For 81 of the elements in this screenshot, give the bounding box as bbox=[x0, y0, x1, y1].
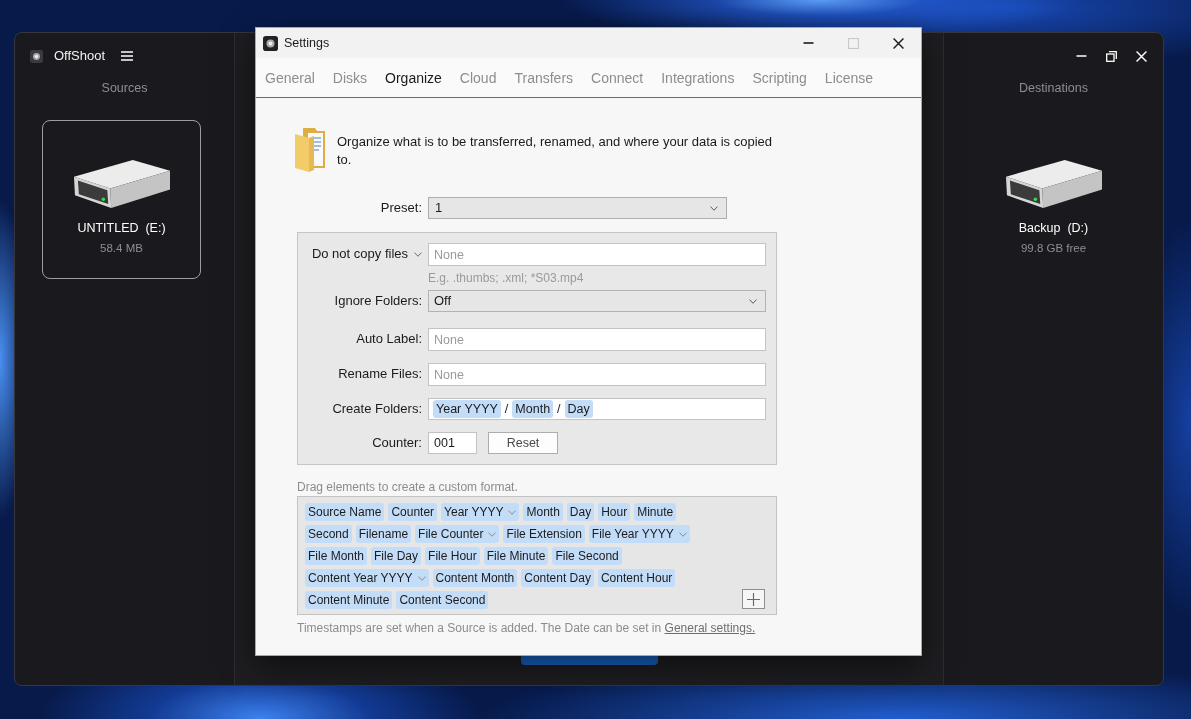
chevron-down-icon bbox=[678, 531, 687, 537]
text-field[interactable]: None bbox=[428, 243, 766, 266]
format-tag[interactable]: File Minute bbox=[483, 547, 549, 565]
path-separator: / bbox=[557, 400, 561, 418]
chevron-down-icon bbox=[710, 205, 718, 211]
format-tag[interactable]: Content Hour bbox=[597, 569, 676, 587]
format-tag[interactable]: Counter bbox=[388, 503, 438, 521]
format-tag[interactable]: Content Month bbox=[432, 569, 518, 587]
field-label: Ignore Folders: bbox=[334, 293, 422, 308]
folder-path-field[interactable]: Year YYYY / Month / Day bbox=[428, 398, 766, 420]
close-icon bbox=[893, 37, 904, 49]
drive-size: 99.8 GB free bbox=[1020, 241, 1087, 256]
close-icon bbox=[1135, 50, 1147, 62]
hint-text: E.g. .thumbs; .xml; *S03.mp4 bbox=[428, 270, 585, 286]
drive-icon bbox=[72, 159, 171, 209]
drive-name: UNTITLED (E:) bbox=[77, 220, 166, 236]
format-tag[interactable]: File Day bbox=[371, 547, 422, 565]
counter-field[interactable]: 001 bbox=[428, 432, 477, 454]
menu-icon bbox=[121, 51, 134, 61]
add-button[interactable] bbox=[742, 589, 765, 609]
folder-token[interactable]: Year YYYY bbox=[433, 400, 501, 418]
general-settings-link[interactable]: General settings. bbox=[664, 621, 756, 635]
format-tag[interactable]: Second bbox=[305, 525, 352, 543]
menu-button[interactable] bbox=[121, 51, 134, 61]
drive-icon bbox=[1004, 159, 1103, 209]
preset-label: Preset: bbox=[379, 199, 422, 218]
text-field[interactable]: None bbox=[428, 328, 766, 351]
chevron-down-icon bbox=[749, 298, 757, 304]
format-tag[interactable]: Hour bbox=[598, 503, 631, 521]
timestamps-note: Timestamps are set when a Source is added. The Date can be set in General settings. bbox=[297, 620, 757, 636]
format-tag[interactable]: Minute bbox=[634, 503, 677, 521]
reset-button[interactable]: Reset bbox=[488, 432, 558, 454]
column-heading: Sources bbox=[101, 80, 148, 97]
folder-token[interactable]: Day bbox=[564, 400, 593, 418]
format-tag[interactable]: Day bbox=[566, 503, 595, 521]
column-heading: Destinations bbox=[1019, 80, 1088, 97]
format-tag[interactable]: Filename bbox=[355, 525, 412, 543]
format-tag[interactable]: Content Year YYYY bbox=[305, 569, 429, 587]
app-icon bbox=[263, 35, 278, 51]
chevron-down-icon bbox=[417, 575, 426, 581]
format-tag[interactable]: Month bbox=[523, 503, 563, 521]
chevron-down-icon bbox=[488, 531, 497, 537]
window-title: Settings bbox=[284, 34, 330, 52]
filter-mode-dropdown[interactable]: Do not copy files bbox=[311, 243, 422, 265]
format-tag[interactable]: Content Second bbox=[396, 591, 489, 609]
preset-dropdown[interactable]: 1 bbox=[428, 197, 727, 219]
plus-icon bbox=[747, 592, 760, 606]
field-label: Counter: bbox=[372, 435, 422, 450]
dropdown-field[interactable]: Off bbox=[428, 290, 766, 312]
minimize-icon bbox=[803, 42, 814, 44]
settings-tab[interactable]: Organize bbox=[376, 67, 451, 88]
restore-icon bbox=[1105, 50, 1117, 62]
app-name: OffShoot bbox=[54, 47, 106, 66]
format-tag[interactable]: File Month bbox=[305, 547, 368, 565]
format-tag[interactable]: File Second bbox=[552, 547, 622, 565]
text-field[interactable]: None bbox=[428, 363, 766, 386]
format-tag[interactable]: File Extension bbox=[503, 525, 585, 543]
field-label: Create Folders: bbox=[332, 401, 422, 416]
app-icon bbox=[30, 49, 43, 63]
drive-tile[interactable]: UNTITLED (E:) 58.4 MB bbox=[42, 120, 201, 279]
palette-caption: Drag elements to create a custom format. bbox=[297, 479, 519, 495]
drive-tile[interactable]: Backup (D:) 99.8 GB free bbox=[1004, 159, 1103, 256]
format-tag[interactable]: Year YYYY bbox=[441, 503, 520, 521]
format-tag[interactable]: Source Name bbox=[305, 503, 385, 521]
drive-size: 58.4 MB bbox=[100, 241, 143, 256]
format-tag[interactable]: File Counter bbox=[415, 525, 500, 543]
field-label: Rename Files: bbox=[338, 366, 422, 381]
path-separator: / bbox=[504, 400, 509, 418]
maximize-icon bbox=[848, 37, 859, 49]
field-label: Auto Label: bbox=[356, 331, 422, 346]
intro-text: Organize what is to be transferred, renamed, and where your data is copied to. bbox=[337, 133, 774, 169]
format-tag[interactable]: Content Day bbox=[521, 569, 594, 587]
format-tag[interactable]: File Hour bbox=[425, 547, 480, 565]
minimize-icon bbox=[1075, 55, 1087, 57]
format-tag[interactable]: File Year YYYY bbox=[588, 525, 690, 543]
format-tag[interactable]: Content Minute bbox=[305, 591, 393, 609]
chevron-down-icon bbox=[414, 251, 422, 257]
drive-name: Backup (D:) bbox=[1018, 220, 1089, 236]
folder-token[interactable]: Month bbox=[512, 400, 554, 418]
chevron-down-icon bbox=[508, 509, 517, 515]
folder-icon bbox=[295, 128, 327, 172]
